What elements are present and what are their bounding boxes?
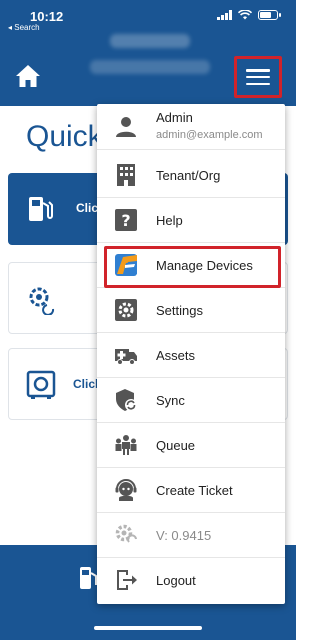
- blurred-subtitle: [90, 60, 210, 74]
- wifi-icon: [238, 10, 252, 20]
- menu-item-label: Assets: [156, 347, 196, 363]
- menu-item-logout[interactable]: Logout: [97, 558, 285, 603]
- shield-sync-icon: [116, 389, 137, 411]
- blurred-title: [110, 34, 190, 48]
- building-icon: [117, 164, 135, 186]
- logout-icon: [117, 570, 137, 590]
- menu-item-label: Queue: [156, 437, 196, 453]
- app-header: 10:12 ◂ Search: [0, 0, 296, 106]
- help-icon: ?: [115, 209, 137, 231]
- back-to-search-link[interactable]: ◂ Search: [8, 23, 40, 32]
- menu-item-queue[interactable]: Queue: [97, 423, 285, 468]
- people-icon: [115, 435, 137, 455]
- menu-item-label: Logout: [156, 573, 196, 588]
- menu-item-manage-devices[interactable]: Manage Devices: [97, 243, 285, 288]
- signal-icon: [217, 10, 232, 20]
- safe-icon: [26, 370, 56, 399]
- fuel-pump-icon: [29, 197, 53, 221]
- version-label: V: 0.9415: [156, 527, 212, 543]
- menu-item-label: Sync: [156, 392, 185, 408]
- menu-item-tenant-org[interactable]: Tenant/Org: [97, 153, 285, 198]
- user-icon: [116, 117, 136, 137]
- hamburger-menu-button[interactable]: [234, 56, 282, 98]
- menu-item-version: V: 0.9415: [97, 513, 285, 558]
- menu-item-label: Help: [156, 212, 183, 228]
- dropdown-menu: Admin admin@example.com Tenant/Org ? Hel…: [97, 104, 285, 604]
- menu-item-label: Tenant/Org: [156, 167, 221, 183]
- menu-item-label: Manage Devices: [156, 257, 253, 273]
- version-gear-icon: [115, 524, 137, 543]
- ambulance-icon: [115, 349, 137, 365]
- settings-icon: [115, 299, 137, 321]
- manage-devices-icon: [115, 254, 137, 276]
- menu-item-assets[interactable]: Assets: [97, 333, 285, 378]
- menu-item-label: Create Ticket: [156, 482, 233, 498]
- status-icons: [217, 10, 281, 20]
- battery-icon: [258, 10, 281, 20]
- gear-sync-icon: [29, 287, 55, 315]
- menu-item-sync[interactable]: Sync: [97, 378, 285, 423]
- menu-item-settings[interactable]: Settings: [97, 288, 285, 333]
- status-time: 10:12: [30, 9, 64, 24]
- user-name: Admin: [156, 110, 193, 125]
- menu-item-user[interactable]: Admin admin@example.com: [97, 104, 285, 150]
- user-email: admin@example.com: [156, 129, 263, 141]
- support-agent-icon: [115, 479, 137, 501]
- menu-item-create-ticket[interactable]: Create Ticket: [97, 468, 285, 513]
- home-indicator: [94, 626, 202, 630]
- menu-item-label: Settings: [156, 302, 203, 318]
- menu-item-help[interactable]: ? Help: [97, 198, 285, 243]
- home-icon[interactable]: [14, 62, 42, 90]
- hamburger-menu-icon: [246, 69, 270, 85]
- card-label: Clic: [76, 201, 99, 215]
- svg-text:?: ?: [121, 211, 130, 230]
- page-title: Quick: [26, 120, 103, 153]
